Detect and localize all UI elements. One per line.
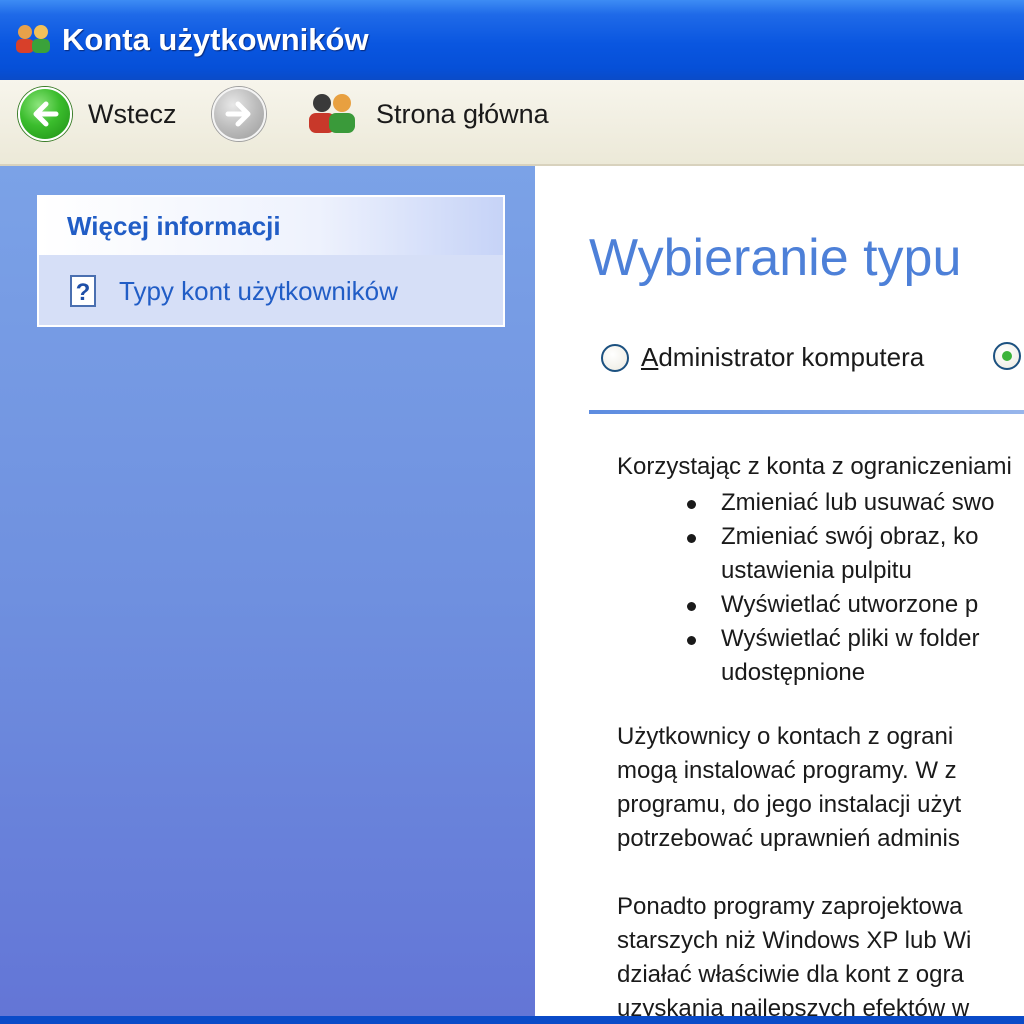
list-item: Zmieniać lub usuwać swo	[617, 486, 994, 520]
more-info-panel: Więcej informacji ? Typy kont użytkownik…	[37, 195, 505, 327]
home-label: Strona główna	[376, 98, 549, 129]
help-icon: ?	[69, 274, 99, 308]
main-content: Wybieranie typu Administrator komputera …	[535, 166, 1024, 1024]
radio-administrator[interactable]: Administrator komputera	[601, 342, 924, 373]
list-item: Zmieniać swój obraz, ko ustawienia pulpit…	[617, 520, 994, 588]
radio-administrator-label: Administrator komputera	[641, 342, 925, 372]
account-types-link-label: Typy kont użytkowników	[119, 275, 398, 306]
radio-button-selected[interactable]	[993, 342, 1021, 370]
svg-text:?: ?	[76, 279, 91, 306]
navigation-toolbar: Wstecz Strona główna	[0, 80, 1024, 166]
task-pane: Więcej informacji ? Typy kont użytkownik…	[0, 166, 535, 1024]
forward-arrow-icon	[212, 87, 266, 141]
window-bottom-border	[0, 1016, 1024, 1024]
list-item: Wyświetlać utworzone p	[617, 588, 994, 622]
paragraph-2: Ponadto programy zaprojektowa starszych …	[617, 893, 972, 1022]
back-label: Wstecz	[88, 98, 177, 129]
divider	[589, 410, 1024, 414]
radio-button[interactable]	[601, 343, 629, 372]
account-types-link[interactable]: ? Typy kont użytkowników	[39, 255, 503, 327]
intro-text: Korzystając z konta z ograniczeniami	[617, 453, 1012, 480]
user-accounts-icon	[14, 22, 54, 58]
back-arrow-icon	[18, 87, 72, 141]
forward-button[interactable]	[212, 87, 266, 141]
home-button[interactable]: Strona główna	[304, 87, 549, 141]
back-button[interactable]: Wstecz	[18, 87, 177, 141]
users-icon	[304, 89, 360, 139]
window-title: Konta użytkowników	[62, 22, 369, 57]
list-item: Wyświetlać pliki w folder udostępnione	[617, 622, 994, 690]
paragraph-1: Użytkownicy o kontach z ograni mogą inst…	[617, 723, 962, 852]
page-title: Wybieranie typu	[589, 229, 962, 287]
title-bar[interactable]: Konta użytkowników	[0, 0, 1024, 80]
more-info-header[interactable]: Więcej informacji	[39, 197, 503, 255]
capabilities-list: Zmieniać lub usuwać swo Zmieniać swój ob…	[617, 486, 994, 690]
radio-limited[interactable]	[993, 342, 1024, 370]
